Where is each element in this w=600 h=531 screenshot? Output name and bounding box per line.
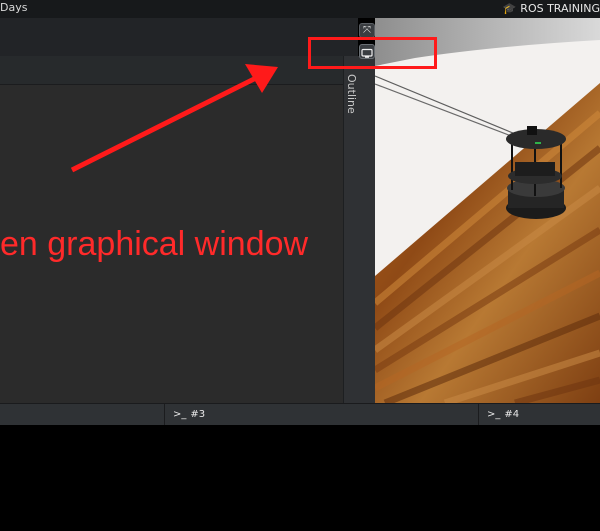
fullscreen-toggle-icon[interactable]: ⤧ [359,23,375,38]
turtlebot-robot [506,126,566,219]
terminal-tab-label: #4 [504,409,520,420]
terminal-tab-label: #3 [190,409,206,420]
highlight-rectangle [308,37,437,69]
outline-label[interactable]: Outline [345,74,358,114]
brand-label: ROS TRAINING [520,2,600,15]
terminal-output[interactable] [0,425,600,531]
top-bar-title: Days [0,1,28,14]
brand[interactable]: 🎓 ROS TRAINING [503,2,600,15]
terminal-tab-bar: >_ #3 >_ #4 [0,403,600,426]
gazebo-simulation-viewport[interactable] [375,18,600,403]
terminal-tab-prev[interactable] [0,404,165,426]
editor-tab-bar [0,18,358,57]
annotation-text: en graphical window [0,225,309,263]
graduation-cap-icon: 🎓 [502,2,517,15]
terminal-tab-3[interactable]: >_ #3 [165,404,479,426]
terminal-prompt-icon: >_ [487,409,501,420]
editor-toolbar [0,56,343,85]
terminal-prompt-icon: >_ [173,409,187,420]
simulation-scene [375,18,600,403]
terminal-tab-4[interactable]: >_ #4 [479,404,600,426]
